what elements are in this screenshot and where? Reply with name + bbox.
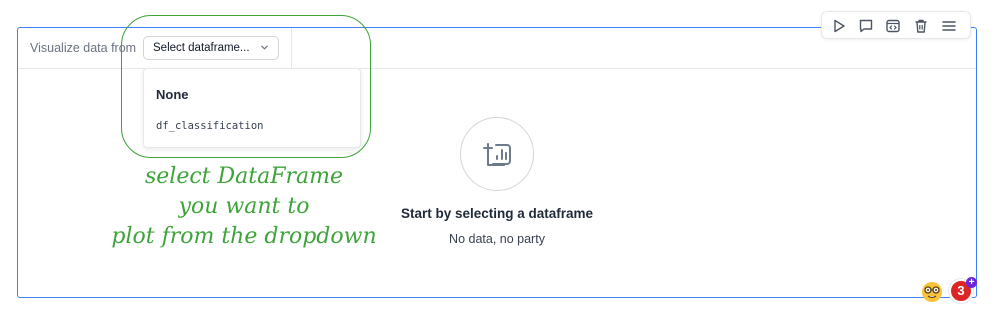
trash-icon[interactable] <box>913 18 929 34</box>
annotation-line-1: select DataFrame <box>144 164 343 189</box>
annotation-highlight <box>121 15 371 158</box>
plus-icon: + <box>966 277 977 288</box>
empty-state-title: Start by selecting a dataframe <box>400 206 594 221</box>
code-icon[interactable] <box>885 18 901 34</box>
annotation-line-3: plot from the dropdown <box>111 224 377 249</box>
nerd-face-icon[interactable] <box>921 281 943 308</box>
menu-icon[interactable] <box>941 18 957 34</box>
annotation-line-2: you want to <box>178 194 310 219</box>
comment-icon[interactable] <box>858 18 874 34</box>
chart-add-icon <box>460 117 534 191</box>
empty-state-subtitle: No data, no party <box>449 232 545 246</box>
cell-toolbar <box>821 11 971 39</box>
play-icon[interactable] <box>831 18 847 34</box>
